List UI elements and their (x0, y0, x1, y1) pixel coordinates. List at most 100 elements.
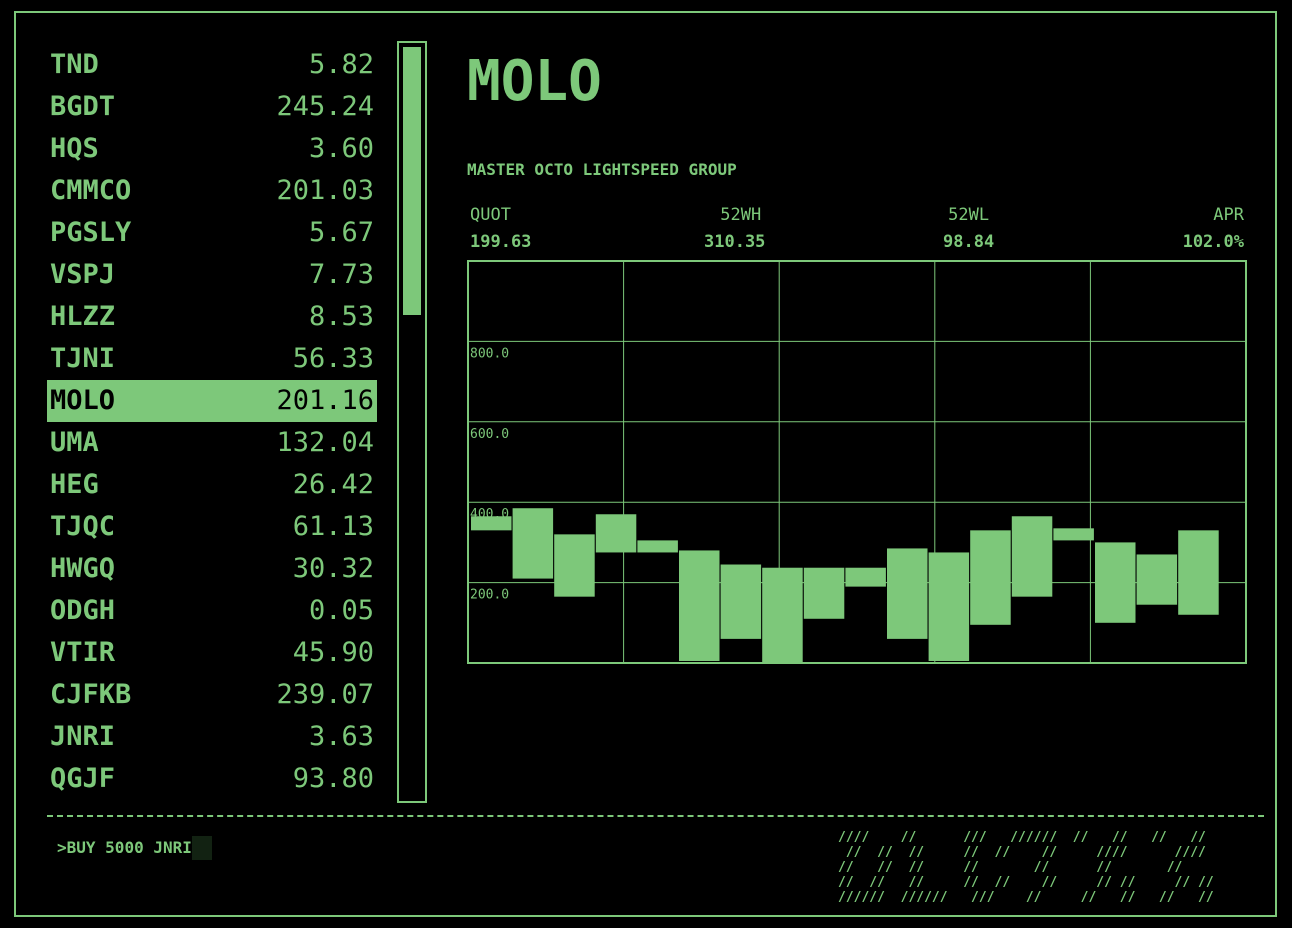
candle-body (845, 567, 886, 587)
row-symbol: HWGQ (50, 553, 116, 584)
watchlist-row[interactable]: PGSLY 5.67 (47, 212, 377, 254)
stat-label: QUOT (470, 205, 511, 225)
watchlist-row[interactable]: QGJF 93.80 (47, 758, 377, 800)
candle-body (637, 540, 678, 553)
row-price: 56.33 (292, 343, 374, 374)
watchlist-row[interactable]: JNRI 3.63 (47, 716, 377, 758)
candle-body (1011, 516, 1053, 597)
separator-line (47, 815, 1264, 817)
candle-body (928, 552, 970, 661)
watchlist-row[interactable]: MOLO 201.16 (47, 380, 377, 422)
company-name: MASTER OCTO LIGHTSPEED GROUP (467, 160, 737, 179)
y-tick-label: 200.0 (470, 588, 509, 603)
stat-value: 199.63 (470, 232, 532, 252)
row-price: 201.16 (276, 385, 374, 416)
row-price: 201.03 (276, 175, 374, 206)
candle-body (679, 550, 720, 661)
row-price: 239.07 (276, 679, 374, 710)
row-price: 30.32 (292, 553, 374, 584)
prompt-icon: > (57, 838, 67, 857)
candle-body (512, 508, 554, 579)
candle-body (762, 567, 803, 663)
watchlist-scrollbar[interactable] (397, 41, 427, 803)
row-symbol: TJNI (50, 343, 116, 374)
stat-52wh: 52WH 310.35 (704, 205, 765, 252)
row-symbol: HQS (50, 133, 99, 164)
stat-value: 102.0% (1182, 232, 1244, 252)
row-symbol: HLZZ (50, 301, 116, 332)
candle-body (1178, 530, 1219, 615)
row-price: 3.60 (308, 133, 374, 164)
candle-body (1053, 528, 1094, 541)
row-price: 8.53 (308, 301, 374, 332)
watchlist-row[interactable]: HLZZ 8.53 (47, 296, 377, 338)
watchlist-row[interactable]: VSPJ 7.73 (47, 254, 377, 296)
command-line[interactable]: >BUY 5000 JNRI (57, 836, 212, 860)
candle-body (595, 514, 637, 553)
stat-value: 310.35 (704, 232, 766, 252)
candle-body (471, 516, 512, 531)
candle-body (1136, 554, 1178, 605)
watchlist-row[interactable]: CJFKB 239.07 (47, 674, 377, 716)
watchlist-row[interactable]: HEG 26.42 (47, 464, 377, 506)
watchlist-row[interactable]: HQS 3.60 (47, 128, 377, 170)
watchlist-row[interactable]: UMA 132.04 (47, 422, 377, 464)
stat-52wl: 52WL 98.84 (943, 205, 994, 252)
row-symbol: MOLO (50, 385, 116, 416)
row-price: 3.63 (308, 721, 374, 752)
ascii-logo: //// // /// ////// // // // // // // // … (838, 830, 1214, 905)
watchlist-row[interactable]: VTIR 45.90 (47, 632, 377, 674)
stat-apr: APR 102.0% (1183, 205, 1244, 252)
stat-label: 52WL (948, 205, 990, 225)
candle-body (887, 548, 928, 639)
watchlist: TND 5.82 BGDT 245.24 HQS 3.60 CMMCO 201.03 PGSLY… (47, 44, 377, 800)
text-cursor (191, 836, 212, 860)
candle-body (1095, 542, 1136, 623)
y-tick-label: 800.0 (470, 346, 509, 361)
watchlist-row[interactable]: TJNI 56.33 (47, 338, 377, 380)
row-price: 93.80 (292, 763, 374, 794)
stat-value: 98.84 (943, 232, 995, 252)
stat-label: APR (1213, 205, 1244, 225)
y-tick-label: 600.0 (470, 427, 509, 442)
command-input[interactable]: BUY 5000 JNRI (67, 838, 192, 857)
candle-body (720, 564, 762, 639)
row-symbol: CJFKB (50, 679, 132, 710)
watchlist-row[interactable]: TJQC 61.13 (47, 506, 377, 548)
ticker-symbol: MOLO (467, 49, 602, 114)
row-symbol: TJQC (50, 511, 116, 542)
watchlist-row[interactable]: BGDT 245.24 (47, 86, 377, 128)
scrollbar-thumb[interactable] (403, 47, 421, 315)
row-symbol: QGJF (50, 763, 116, 794)
row-price: 45.90 (292, 637, 374, 668)
row-symbol: HEG (50, 469, 99, 500)
price-chart: 800.0600.0400.0200.0 (467, 260, 1247, 664)
watchlist-row[interactable]: HWGQ 30.32 (47, 548, 377, 590)
watchlist-row[interactable]: CMMCO 201.03 (47, 170, 377, 212)
row-price: 26.42 (292, 469, 374, 500)
row-symbol: VTIR (50, 637, 116, 668)
row-symbol: CMMCO (50, 175, 132, 206)
row-price: 5.67 (308, 217, 374, 248)
candle-body (803, 567, 845, 619)
candle-body (970, 530, 1011, 625)
row-symbol: VSPJ (50, 259, 116, 290)
row-symbol: TND (50, 49, 99, 80)
stats-bar: QUOT 199.63 52WH 310.35 52WL 98.84 APR 1… (467, 205, 1246, 259)
row-price: 7.73 (308, 259, 374, 290)
row-price: 5.82 (308, 49, 374, 80)
stat-quot: QUOT 199.63 (470, 205, 531, 252)
candle-body (554, 534, 595, 597)
row-symbol: BGDT (50, 91, 116, 122)
stat-label: 52WH (720, 205, 762, 225)
row-price: 0.05 (308, 595, 374, 626)
row-symbol: PGSLY (50, 217, 132, 248)
row-symbol: UMA (50, 427, 99, 458)
row-symbol: ODGH (50, 595, 116, 626)
row-price: 245.24 (276, 91, 374, 122)
row-price: 132.04 (276, 427, 374, 458)
watchlist-row[interactable]: TND 5.82 (47, 44, 377, 86)
row-price: 61.13 (292, 511, 374, 542)
watchlist-row[interactable]: ODGH 0.05 (47, 590, 377, 632)
row-symbol: JNRI (50, 721, 116, 752)
